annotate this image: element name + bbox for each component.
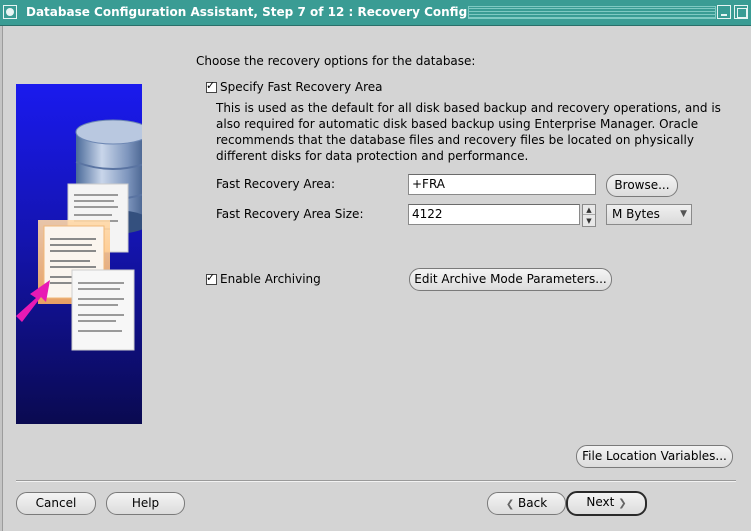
- fast-recovery-description: This is used as the default for all disk…: [216, 101, 721, 163]
- enable-archiving-label[interactable]: Enable Archiving: [220, 272, 321, 286]
- database-illustration-icon: [16, 119, 142, 351]
- browse-button[interactable]: Browse...: [606, 174, 678, 197]
- minimize-icon[interactable]: [717, 5, 731, 19]
- maximize-icon[interactable]: [734, 5, 748, 19]
- next-button-label: Next: [586, 495, 615, 509]
- size-spinner[interactable]: ▲ ▼: [582, 204, 596, 227]
- window-title: Database Configuration Assistant, Step 7…: [26, 5, 517, 19]
- window-title-bar[interactable]: Database Configuration Assistant, Step 7…: [0, 0, 751, 26]
- spinner-down-icon[interactable]: ▼: [583, 216, 595, 226]
- fast-recovery-area-input[interactable]: +FRA: [408, 174, 596, 195]
- checkmark-icon: ✓: [206, 79, 216, 92]
- fast-recovery-checkbox-label[interactable]: Specify Fast Recovery Area: [220, 80, 382, 94]
- window-border: [0, 26, 3, 531]
- size-unit-value: M Bytes: [612, 207, 660, 221]
- help-button[interactable]: Help: [106, 492, 185, 515]
- chevron-left-icon: ❮: [505, 499, 515, 510]
- file-location-variables-button[interactable]: File Location Variables...: [576, 445, 733, 468]
- size-unit-select[interactable]: M Bytes ▼: [606, 204, 692, 225]
- recovery-options-intro: Choose the recovery options for the data…: [196, 54, 476, 68]
- chevron-right-icon: ❯: [618, 498, 627, 509]
- edit-archive-mode-button[interactable]: Edit Archive Mode Parameters...: [409, 268, 612, 291]
- wizard-illustration: [16, 84, 142, 424]
- checkmark-icon: ✓: [206, 271, 216, 284]
- cancel-button[interactable]: Cancel: [16, 492, 96, 515]
- spinner-up-icon[interactable]: ▲: [583, 205, 595, 215]
- enable-archiving-checkbox[interactable]: ✓: [206, 271, 217, 285]
- fast-recovery-size-input[interactable]: 4122: [408, 204, 580, 225]
- fast-recovery-size-label: Fast Recovery Area Size:: [216, 207, 364, 221]
- back-button[interactable]: ❮ Back: [487, 492, 566, 515]
- chevron-down-icon: ▼: [680, 209, 687, 219]
- next-button[interactable]: Next ❯: [566, 491, 647, 516]
- title-bar-grip: [468, 6, 716, 19]
- footer-separator: [16, 480, 736, 482]
- fast-recovery-area-label: Fast Recovery Area:: [216, 177, 336, 191]
- fast-recovery-checkbox[interactable]: ✓: [206, 79, 217, 93]
- window-menu-icon[interactable]: [3, 5, 17, 19]
- back-button-label: Back: [518, 496, 548, 510]
